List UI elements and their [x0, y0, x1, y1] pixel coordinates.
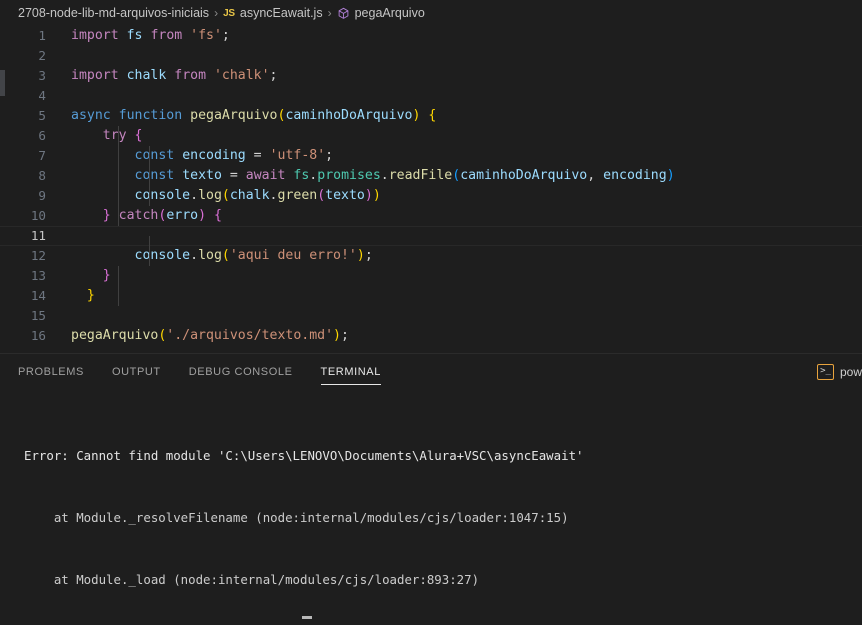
line-number: 16 [30, 328, 46, 343]
code-line[interactable]: 9 console.log(chalk.green(texto)) [0, 186, 862, 206]
line-number: 6 [38, 128, 46, 143]
breadcrumb-folder[interactable]: 2708-node-lib-md-arquivos-iniciais [18, 6, 209, 20]
line-number: 8 [38, 168, 46, 183]
code-line[interactable]: 12 console.log('aqui deu erro!'); [0, 246, 862, 266]
code-editor[interactable]: 1 import fs from 'fs'; 2 3 import chalk … [0, 26, 862, 353]
tab-problems[interactable]: PROBLEMS [18, 358, 84, 385]
line-number: 5 [38, 108, 46, 123]
line-number: 3 [38, 68, 46, 83]
breadcrumb-separator-icon: › [214, 6, 219, 20]
line-content[interactable]: } catch(erro) { [46, 206, 862, 226]
line-content[interactable]: } [46, 266, 862, 286]
tab-terminal[interactable]: TERMINAL [320, 358, 382, 385]
line-content[interactable]: async function pegaArquivo(caminhoDoArqu… [46, 106, 862, 126]
line-number: 11 [30, 228, 46, 243]
line-number: 9 [38, 188, 46, 203]
line-content[interactable]: const encoding = 'utf-8'; [46, 146, 862, 166]
line-number: 12 [30, 248, 46, 263]
terminal-instance-name[interactable]: pow [840, 365, 862, 379]
code-line[interactable]: 8 const texto = await fs.promises.readFi… [0, 166, 862, 186]
line-number: 2 [38, 48, 46, 63]
terminal-cursor [302, 616, 312, 619]
code-line[interactable]: 7 const encoding = 'utf-8'; [0, 146, 862, 166]
tab-output[interactable]: OUTPUT [112, 358, 161, 385]
line-number: 15 [30, 308, 46, 323]
code-line[interactable]: 2 [0, 46, 862, 66]
code-line[interactable]: 6 try { [0, 126, 862, 146]
code-line[interactable]: 4 [0, 86, 862, 106]
line-content[interactable]: } [46, 286, 862, 306]
breadcrumb-file[interactable]: asyncEawait.js [240, 6, 323, 20]
line-number: 7 [38, 148, 46, 163]
terminal-line: at Module._load (node:internal/modules/c… [24, 571, 480, 587]
code-line[interactable]: 3 import chalk from 'chalk'; [0, 66, 862, 86]
line-content[interactable]: pegaArquivo('./arquivos/texto.md'); [46, 326, 862, 346]
terminal-prompt-icon[interactable]: >_ [816, 363, 834, 380]
code-line[interactable]: 10 } catch(erro) { [0, 206, 862, 226]
line-content[interactable]: import fs from 'fs'; [46, 26, 862, 46]
terminal-output[interactable]: Error: Cannot find module 'C:\Users\LENO… [0, 389, 862, 625]
line-number: 4 [38, 88, 46, 103]
line-number: 13 [30, 268, 46, 283]
line-content[interactable]: console.log(chalk.green(texto)) [46, 186, 862, 206]
line-content[interactable]: console.log('aqui deu erro!'); [46, 246, 862, 266]
panel-tab-bar: PROBLEMS OUTPUT DEBUG CONSOLE TERMINAL >… [0, 354, 862, 389]
terminal-line: Error: Cannot find module 'C:\Users\LENO… [24, 448, 584, 464]
line-content[interactable]: const texto = await fs.promises.readFile… [46, 166, 862, 186]
breadcrumb-separator-icon-2: › [327, 6, 332, 20]
code-line[interactable]: 1 import fs from 'fs'; [0, 26, 862, 46]
tab-debug-console[interactable]: DEBUG CONSOLE [189, 358, 293, 385]
code-line[interactable]: 5 async function pegaArquivo(caminhoDoAr… [0, 106, 862, 126]
js-file-icon: JS [223, 7, 235, 19]
terminal-instance-list: >_ pow [816, 354, 862, 389]
code-line-active[interactable]: 11 [0, 226, 862, 256]
line-content[interactable]: import chalk from 'chalk'; [46, 66, 862, 86]
line-number: 1 [38, 28, 46, 43]
line-number: 14 [30, 288, 46, 303]
line-number: 10 [30, 208, 46, 223]
code-line[interactable]: 13 } [0, 266, 862, 286]
cube-icon [337, 7, 350, 20]
code-line[interactable]: 14 } [0, 286, 862, 306]
breadcrumb: 2708-node-lib-md-arquivos-iniciais › JS … [0, 0, 862, 26]
bottom-panel: PROBLEMS OUTPUT DEBUG CONSOLE TERMINAL >… [0, 353, 862, 625]
code-line[interactable]: 15 [0, 306, 862, 326]
code-line[interactable]: 16 pegaArquivo('./arquivos/texto.md'); [0, 326, 862, 346]
terminal-line: at Module._resolveFilename (node:interna… [24, 509, 569, 525]
line-content[interactable]: try { [46, 126, 862, 146]
breadcrumb-symbol[interactable]: pegaArquivo [355, 6, 425, 20]
